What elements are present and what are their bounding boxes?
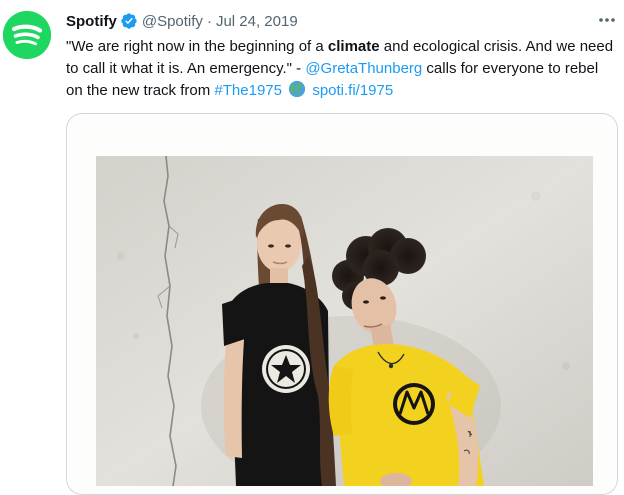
tweet[interactable]: Spotify @Spotify · Jul 24, 2019 "We are … <box>0 0 624 495</box>
media-card[interactable] <box>66 113 618 495</box>
tweet-text-bold: climate <box>327 38 380 55</box>
tweet-photo[interactable] <box>96 156 593 486</box>
tweet-text: "We are right now in the beginning of a … <box>66 36 616 102</box>
tweet-text-part: "We are right now in the beginning of a <box>66 38 328 55</box>
verified-badge-icon <box>120 12 138 30</box>
more-options-icon[interactable] <box>596 10 618 30</box>
photo-image <box>96 156 593 486</box>
spotify-logo-icon <box>3 11 51 59</box>
author-handle[interactable]: @Spotify <box>142 13 203 30</box>
tweet-date[interactable]: Jul 24, 2019 <box>216 13 298 30</box>
hashtag-link[interactable]: #The1975 <box>214 82 282 99</box>
tweet-header: Spotify @Spotify · Jul 24, 2019 <box>66 11 298 31</box>
mention-link[interactable]: @GretaThunberg <box>305 60 422 77</box>
author-name[interactable]: Spotify <box>66 13 117 30</box>
header-separator: · <box>206 12 212 30</box>
avatar[interactable] <box>3 11 51 59</box>
globe-icon <box>288 80 306 98</box>
url-link[interactable]: spoti.fi/1975 <box>312 82 393 99</box>
